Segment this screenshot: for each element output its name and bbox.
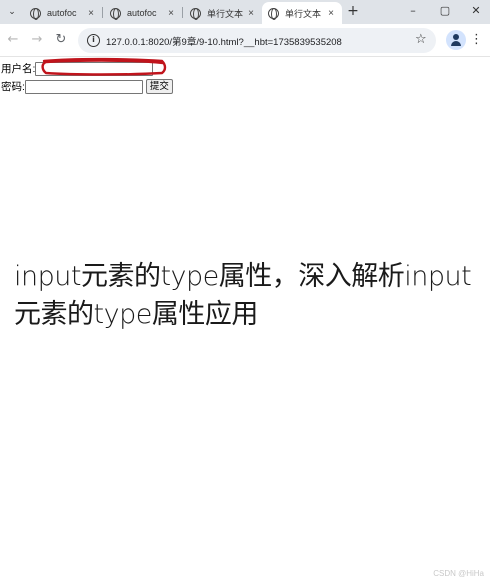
password-row: 密码: 提交 (1, 79, 173, 94)
tab-single-line-text-1[interactable]: 单行文本 × (184, 2, 262, 24)
username-input[interactable] (35, 61, 154, 76)
tab-single-line-text-active[interactable]: 单行文本 × (262, 2, 342, 24)
tab-autofocus-1[interactable]: autofoc × (24, 2, 102, 24)
profile-body-shape (451, 41, 461, 46)
globe-icon (30, 7, 41, 20)
tab-divider (102, 7, 103, 18)
tab-close-icon[interactable]: × (164, 8, 178, 19)
maximize-button[interactable]: ▢ (432, 2, 458, 20)
watermark: CSDN @HiHa (433, 569, 484, 578)
browser-toolbar: ← → ↻ i 127.0.0.1:8020/第9章/9-10.html?__h… (0, 24, 490, 57)
tab-autofocus-2[interactable]: autofoc × (104, 2, 182, 24)
tab-title: autofoc (127, 8, 157, 18)
password-input[interactable] (24, 79, 143, 94)
tab-close-icon[interactable]: × (84, 8, 98, 19)
username-label: 用户名: (1, 63, 36, 75)
tab-title: autofoc (47, 8, 77, 18)
password-label: 密码: (1, 81, 25, 93)
kebab-menu-icon[interactable]: ⋮ (470, 32, 483, 48)
tab-strip: ⌄ autofoc × autofoc × 单行文本 × 单行文本 × + – … (0, 0, 490, 24)
overlay-caption: input元素的type属性，深入解析input元素的type属性应用 (14, 261, 472, 330)
tab-divider (182, 7, 183, 18)
username-row: 用户名: (1, 61, 154, 76)
tab-title: 单行文本 (285, 8, 322, 19)
close-window-button[interactable]: ✕ (463, 2, 489, 20)
globe-icon (190, 7, 201, 20)
submit-button[interactable]: 提交 (145, 79, 173, 94)
star-icon[interactable]: ☆ (415, 32, 427, 47)
address-bar[interactable]: i 127.0.0.1:8020/第9章/9-10.html?__hbt=173… (78, 28, 436, 53)
arrow-left-icon[interactable]: ← (4, 31, 22, 49)
tab-close-icon[interactable]: × (244, 8, 258, 19)
reload-icon[interactable]: ↻ (52, 31, 70, 49)
url-text[interactable]: 127.0.0.1:8020/第9章/9-10.html?__hbt=17358… (106, 34, 342, 48)
minimize-button[interactable]: – (400, 2, 426, 20)
info-icon[interactable]: i (87, 34, 100, 47)
tab-search-chevron-icon[interactable]: ⌄ (4, 4, 20, 20)
profile-icon[interactable] (446, 30, 466, 50)
profile-head-shape (453, 34, 459, 40)
globe-icon (268, 7, 279, 20)
new-tab-button[interactable]: + (345, 3, 361, 19)
tab-title: 单行文本 (207, 8, 244, 19)
tab-close-icon[interactable]: × (324, 8, 338, 19)
globe-icon (110, 7, 121, 20)
arrow-right-icon[interactable]: → (28, 31, 46, 49)
